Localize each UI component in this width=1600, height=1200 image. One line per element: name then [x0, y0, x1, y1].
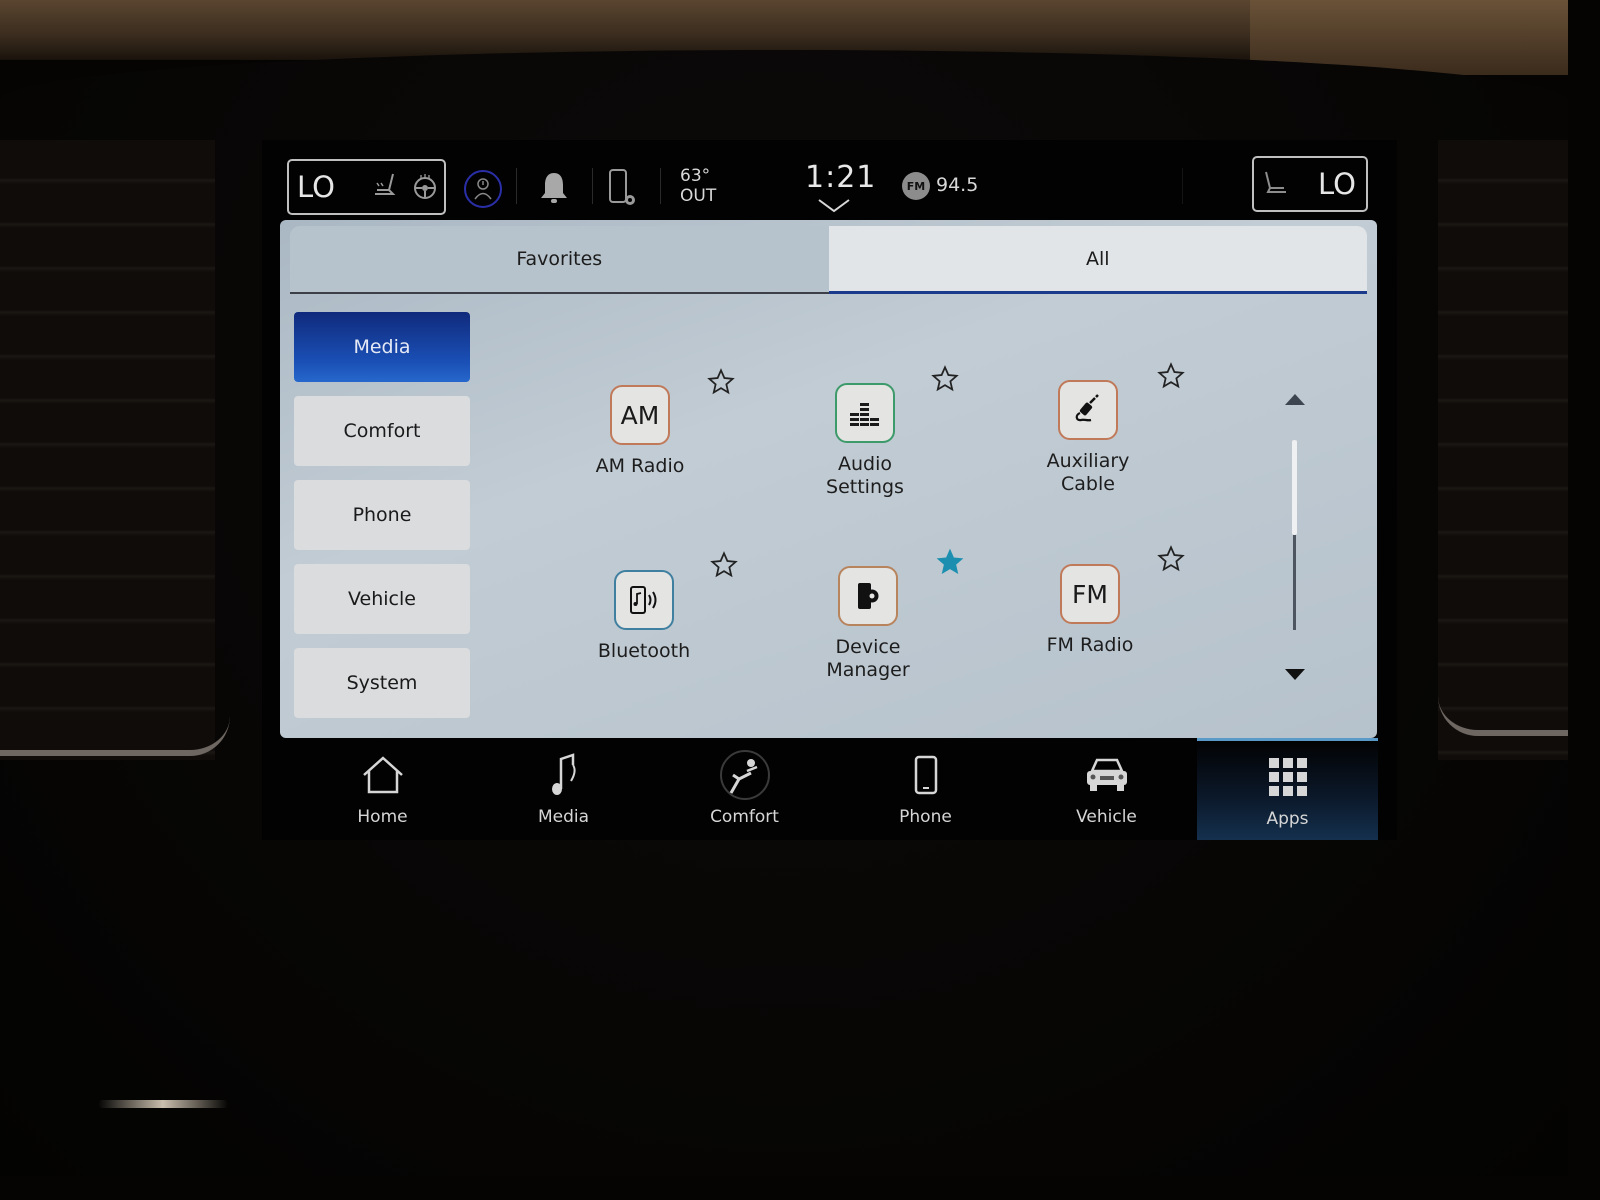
app-device-manager[interactable]: Device Manager [788, 566, 948, 682]
apps-tabs: Favorites All [290, 226, 1367, 294]
nav-label: Apps [1266, 808, 1309, 829]
status-bar: LO 63° OUT 1:21 FM 94.5 LO [262, 140, 1397, 220]
app-bluetooth[interactable]: Bluetooth [564, 570, 724, 663]
favorite-star-icon[interactable] [931, 365, 959, 397]
category-comfort[interactable]: Comfort [294, 396, 470, 466]
app-label: Audio Settings [785, 453, 945, 499]
nav-media[interactable]: Media [473, 738, 654, 840]
nav-label: Vehicle [1076, 807, 1137, 827]
tab-favorites[interactable]: Favorites [290, 226, 829, 294]
category-phone[interactable]: Phone [294, 480, 470, 550]
app-label: FM Radio [1010, 634, 1170, 657]
radio-band-badge[interactable]: FM [902, 172, 930, 200]
app-label-line: Auxiliary [1046, 450, 1130, 472]
music-note-icon [549, 751, 579, 799]
bottom-nav: Home Media Comfort Phone Vehicle Apps [292, 738, 1378, 840]
app-label-line: Audio [837, 453, 892, 475]
app-audio-settings[interactable]: Audio Settings [785, 383, 945, 499]
scroll-up-arrow-icon[interactable] [1285, 390, 1305, 409]
status-separator [1182, 168, 1183, 204]
passenger-temp: LO [1318, 167, 1356, 201]
outside-temp-value: 63° [680, 166, 711, 186]
driver-temp: LO [297, 170, 335, 204]
app-label-line: FM Radio [1046, 634, 1134, 656]
app-auxiliary-cable[interactable]: Auxiliary Cable [1008, 380, 1168, 496]
favorite-star-icon[interactable] [710, 551, 738, 583]
app-label: Device Manager [788, 636, 948, 682]
phone-settings-icon[interactable] [608, 168, 638, 208]
chevron-down-icon[interactable] [817, 198, 851, 218]
status-separator [592, 168, 593, 204]
infotainment-screen: LO 63° OUT 1:21 FM 94.5 LO Favorites All… [262, 140, 1397, 840]
outside-temp-label: OUT [680, 186, 717, 206]
scrollbar-thumb[interactable] [1292, 440, 1297, 535]
clock: 1:21 [805, 160, 877, 195]
favorite-star-icon[interactable] [1157, 362, 1185, 394]
app-fm-radio[interactable]: FM FM Radio [1010, 564, 1170, 657]
driver-climate-button[interactable]: LO [287, 159, 446, 215]
apps-panel: Favorites All Media Comfort Phone Vehicl… [280, 220, 1377, 738]
category-system[interactable]: System [294, 648, 470, 718]
nav-phone[interactable]: Phone [835, 738, 1016, 840]
app-label-line: Cable [1061, 473, 1115, 495]
heated-seat-icon [371, 172, 403, 204]
category-media[interactable]: Media [294, 312, 470, 382]
favorite-star-icon[interactable] [707, 368, 735, 400]
apps-grid-icon [1268, 753, 1308, 801]
heated-seat-icon [1262, 170, 1292, 200]
app-label-line: AM Radio [595, 455, 685, 477]
dash-reflection [98, 1100, 228, 1108]
app-label: Bluetooth [564, 640, 724, 663]
nav-label: Phone [899, 807, 952, 827]
phone-icon [914, 751, 938, 799]
air-vent-right [1438, 140, 1568, 760]
favorite-star-filled-icon[interactable] [934, 546, 966, 582]
category-sidebar: Media Comfort Phone Vehicle System [294, 312, 474, 732]
nav-label: Home [357, 807, 408, 827]
fm-text-icon: FM [1060, 564, 1120, 624]
scroll-down-arrow-icon[interactable] [1285, 666, 1305, 685]
heated-steering-wheel-icon [412, 173, 438, 203]
app-label-line: Settings [826, 476, 904, 498]
nav-label: Comfort [710, 807, 779, 827]
equalizer-icon [835, 383, 895, 443]
car-icon [1082, 751, 1132, 799]
device-manager-icon [838, 566, 898, 626]
radio-frequency[interactable]: 94.5 [936, 174, 978, 196]
nav-home[interactable]: Home [292, 738, 473, 840]
nav-vehicle[interactable]: Vehicle [1016, 738, 1197, 840]
favorite-star-icon[interactable] [1157, 545, 1185, 577]
app-label: Auxiliary Cable [1008, 450, 1168, 496]
dash-trim-right [1438, 690, 1568, 736]
status-separator [660, 168, 661, 204]
app-label-line: Device [835, 636, 901, 658]
aux-cable-icon [1058, 380, 1118, 440]
nav-comfort[interactable]: Comfort [654, 738, 835, 840]
bluetooth-audio-icon [614, 570, 674, 630]
notification-bell-icon[interactable] [537, 170, 571, 206]
category-vehicle[interactable]: Vehicle [294, 564, 470, 634]
apps-grid: AM AM Radio Audio Settings Auxiliary Cab… [560, 360, 1260, 710]
status-separator [516, 168, 517, 204]
driver-profile-icon[interactable] [464, 170, 502, 208]
am-text-icon: AM [610, 385, 670, 445]
passenger-climate-button[interactable]: LO [1252, 156, 1368, 212]
outside-temperature: 63° OUT [680, 166, 716, 206]
home-icon [360, 751, 406, 799]
air-vent-left [0, 140, 215, 760]
nav-label: Media [537, 807, 590, 827]
nav-apps[interactable]: Apps [1197, 738, 1378, 840]
app-label: AM Radio [560, 455, 720, 478]
app-am-radio[interactable]: AM AM Radio [560, 385, 720, 478]
seat-comfort-icon [717, 750, 773, 800]
app-label-line: Manager [826, 659, 910, 681]
app-label-line: Bluetooth [597, 640, 691, 662]
dash-trim-left [0, 690, 230, 756]
tab-all[interactable]: All [828, 226, 1367, 294]
